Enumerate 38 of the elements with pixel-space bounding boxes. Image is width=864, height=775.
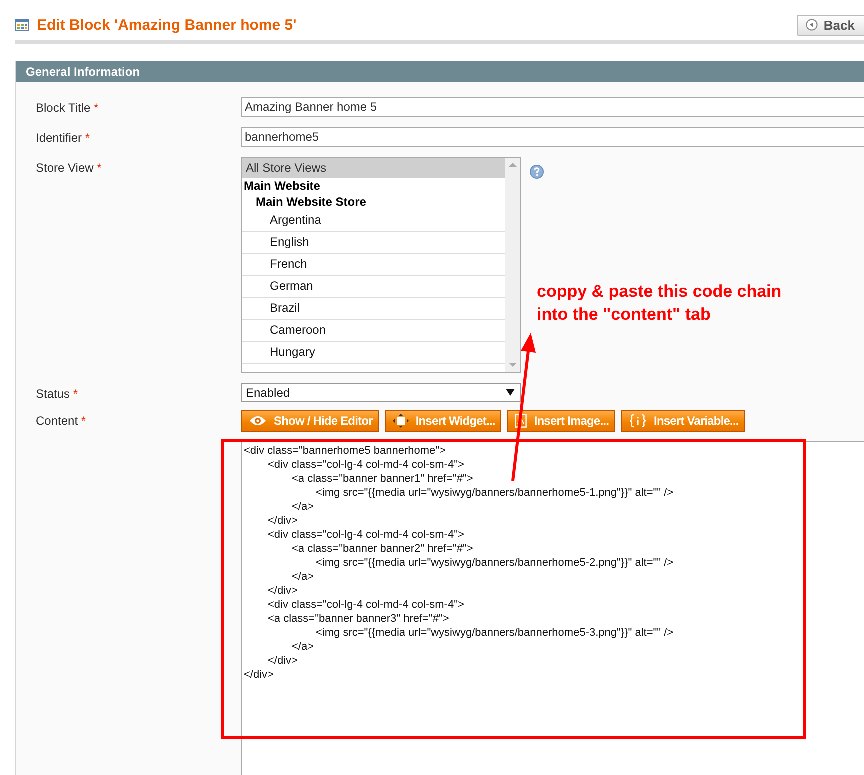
list-option[interactable]: German [242, 276, 505, 298]
group-label: Main Website Store [255, 194, 368, 210]
eye-icon [249, 415, 267, 427]
text-field[interactable]: Amazing Banner home 5 [241, 97, 864, 117]
caret-icon [506, 389, 515, 396]
back-button[interactable]: Back [796, 14, 864, 36]
list-option[interactable]: English [242, 232, 505, 254]
scroll-up-icon[interactable] [508, 162, 516, 168]
field-label: Status [36, 387, 70, 401]
image-icon [515, 414, 528, 428]
required-mark: * [81, 414, 86, 428]
help-icon[interactable] [530, 165, 544, 179]
group-label: Main Website [243, 178, 322, 194]
required-mark: * [94, 101, 99, 115]
content-editor[interactable]: <div class="bannerhome5 bannerhome"> <div class="col-lg-4 col-md-4 col-sm-4"> <a class="banner banner1" href="#"> <img src="{{media url="wysiwyg/banners/bannerhome5-1.png"}}" alt="" /> </a> </div> <div class="col-lg-4 col-md-4 col-sm-4"> <a class="banner banner2" href="#"> <img src="{{media url="wysiwyg/banners/bannerhome5-2.png"}}" alt="" /> </a> </div> <div class="col-lg-4 col-md-4 col-sm-4"> <a class="banner banner3" href="#"> <img src="{{media url="wysiwyg/banners/bannerhome5-3.png"}}" alt="" /> </a> </div> </div> [241, 441, 864, 775]
required-mark: * [97, 161, 102, 175]
field-label: Identifier [36, 131, 82, 145]
list-option[interactable]: French [242, 254, 505, 276]
grid-icon [15, 19, 29, 31]
field-label: Store View [36, 161, 94, 175]
required-mark: * [85, 131, 90, 145]
list-option[interactable]: Brazil [242, 298, 505, 320]
field-label: Block Title [36, 101, 91, 115]
page-title: Edit Block 'Amazing Banner home 5' [37, 16, 298, 34]
text-field[interactable]: bannerhome5 [241, 127, 864, 147]
status-select[interactable]: Enabled [241, 383, 521, 402]
list-option[interactable]: Argentina [242, 210, 505, 232]
list-option[interactable]: Hungary [242, 342, 505, 364]
required-mark: * [73, 387, 78, 401]
list-option[interactable]: Cameroon [242, 320, 505, 342]
section-title: General Information [26, 65, 140, 79]
field-label: Content [36, 414, 78, 428]
braces-icon [629, 414, 648, 428]
scroll-down-icon[interactable] [508, 362, 516, 368]
annotation-text: coppy & paste this code chain into the "content" tab [537, 281, 782, 326]
store-view-list[interactable]: All Store Views Main Website Main Website Store Argentina English French German Brazil Cameroon Hungary [241, 157, 521, 373]
move-icon [392, 414, 409, 428]
list-option[interactable]: All Store Views [242, 158, 505, 178]
